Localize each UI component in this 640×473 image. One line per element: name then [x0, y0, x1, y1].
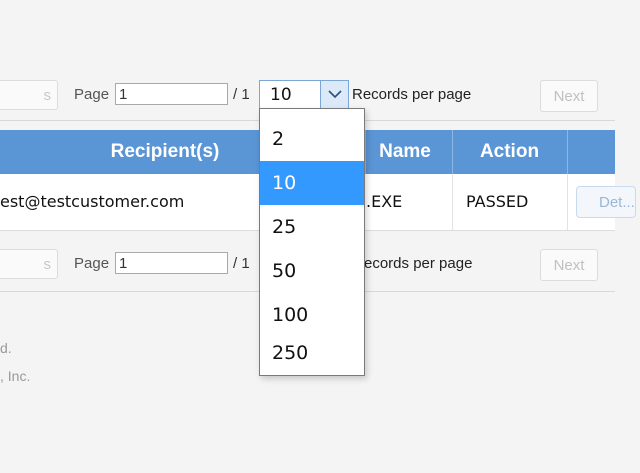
page-total: / 1	[233, 86, 250, 103]
records-per-page-selected-value: 10	[270, 85, 292, 105]
details-button-label: Det...	[599, 194, 635, 211]
action-cell: PASSED	[466, 192, 529, 211]
next-button[interactable]: Next	[540, 80, 598, 112]
previous-button-label: s	[43, 86, 52, 104]
page-number-input[interactable]	[115, 252, 228, 274]
details-button[interactable]: Det...	[576, 186, 636, 218]
page-total: / 1	[233, 255, 250, 272]
previous-button[interactable]: s	[0, 80, 58, 110]
chevron-down-icon[interactable]	[320, 81, 348, 108]
page-label: Page	[74, 86, 110, 103]
records-per-page-select[interactable]: 10	[259, 80, 349, 109]
footer-line-1: d.	[0, 340, 12, 356]
page-label: Page	[74, 255, 110, 272]
records-per-page-dropdown-list: 2 10 25 50 100 250	[259, 108, 365, 376]
column-header-name[interactable]: Name	[365, 130, 445, 174]
recipient-cell: est@testcustomer.com	[0, 192, 185, 211]
next-button-label: Next	[553, 87, 585, 105]
footer-line-2: , Inc.	[0, 368, 31, 384]
column-divider	[567, 174, 568, 230]
option-250[interactable]: 250	[260, 331, 364, 375]
page-number-input[interactable]	[115, 83, 228, 105]
records-per-page-label: Records per page	[352, 86, 472, 103]
previous-button-label: s	[43, 255, 52, 273]
column-divider	[567, 130, 568, 174]
attachment-name-cell: .EXE	[366, 192, 403, 211]
option-2[interactable]: 2	[260, 117, 364, 161]
column-divider	[452, 174, 453, 230]
option-10[interactable]: 10	[260, 161, 364, 205]
option-50[interactable]: 50	[260, 249, 364, 293]
column-header-action[interactable]: Action	[452, 130, 567, 174]
records-per-page-label: ecords per page	[364, 255, 473, 272]
previous-button[interactable]: s	[0, 249, 58, 279]
next-button-label: Next	[553, 256, 585, 274]
option-25[interactable]: 25	[260, 205, 364, 249]
next-button[interactable]: Next	[540, 249, 598, 281]
